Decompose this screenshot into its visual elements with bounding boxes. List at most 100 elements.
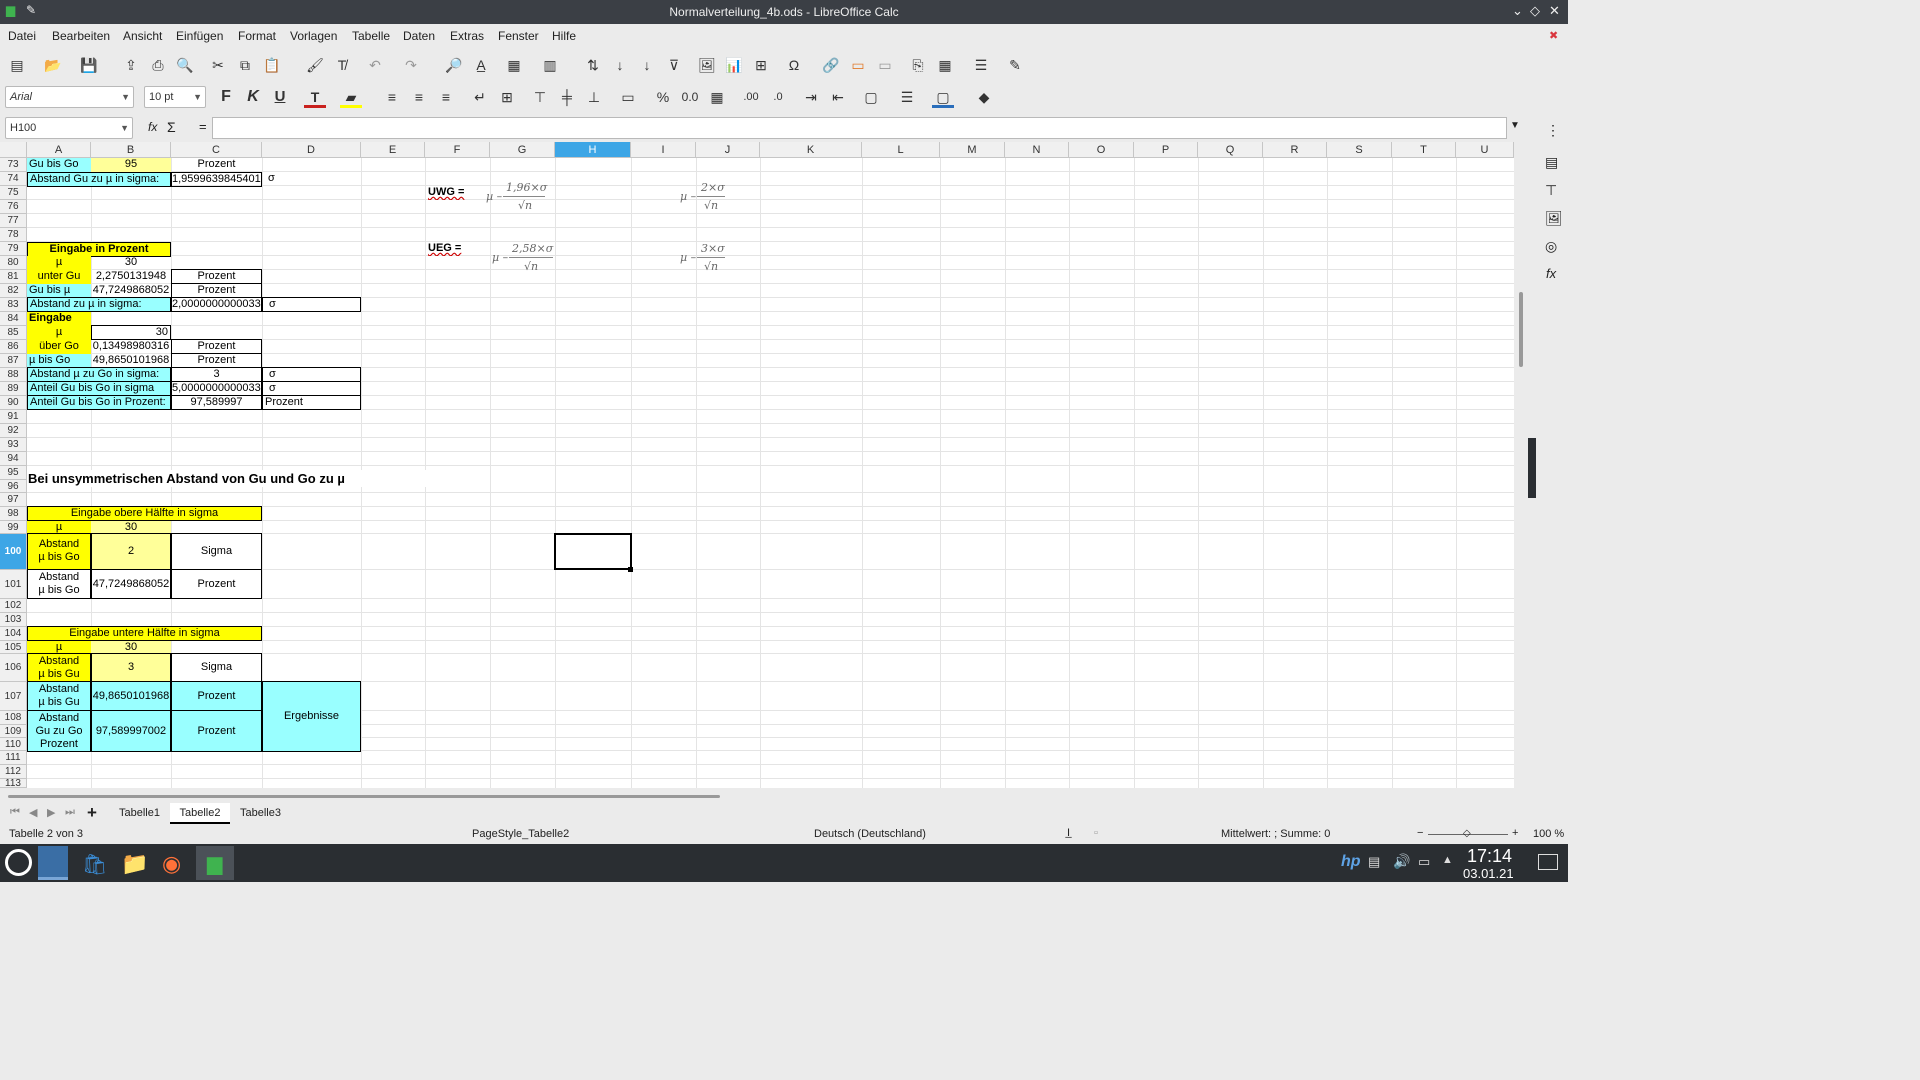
cell-b108[interactable]: 97,589997002 — [91, 710, 171, 752]
row-header[interactable]: 109 — [0, 725, 27, 738]
align-center-icon[interactable]: ≡ — [408, 86, 430, 108]
row-header[interactable]: 87 — [0, 354, 27, 368]
status-zoom[interactable]: 100 % — [1533, 828, 1564, 840]
freeze-icon[interactable]: ▦ — [934, 54, 956, 76]
volume-icon[interactable]: 🔊 — [1393, 853, 1410, 870]
row-header[interactable]: 98 — [0, 507, 27, 521]
row-header[interactable]: 108 — [0, 711, 27, 725]
cell-c73[interactable]: Prozent — [171, 158, 262, 172]
cell-b73[interactable]: 95 — [91, 158, 171, 172]
col-header-d[interactable]: D — [262, 142, 361, 158]
menu-tabelle[interactable]: Tabelle — [352, 29, 390, 43]
row-header[interactable]: 101 — [0, 570, 27, 599]
autofilter-icon[interactable]: ⊽ — [663, 54, 685, 76]
cell-b81[interactable]: 2,2750131948 — [91, 270, 171, 284]
col-header-o[interactable]: O — [1069, 142, 1134, 158]
col-header-e[interactable]: E — [361, 142, 425, 158]
cell-c107[interactable]: Prozent — [171, 681, 262, 711]
export-icon[interactable]: ⇪ — [120, 54, 142, 76]
col-header-a[interactable]: A — [27, 142, 91, 158]
menu-einfuegen[interactable]: Einfügen — [176, 29, 223, 43]
col-header-j[interactable]: J — [696, 142, 760, 158]
spelling-icon[interactable]: A̲ — [470, 54, 492, 76]
add-decimal-icon[interactable]: .00 — [740, 86, 762, 108]
row-header[interactable]: 99 — [0, 521, 27, 534]
app-store-icon[interactable]: 🛍 — [82, 852, 107, 877]
selection-mode-icon[interactable]: I̲ — [1067, 827, 1070, 839]
row-header[interactable]: 100 — [0, 534, 27, 570]
h-scrollbar-thumb[interactable] — [8, 795, 720, 798]
cell-b87[interactable]: 49,8650101968 — [91, 354, 171, 368]
col-header-g[interactable]: G — [490, 142, 555, 158]
row-header[interactable]: 111 — [0, 751, 27, 765]
col-header-t[interactable]: T — [1392, 142, 1456, 158]
draw-functions-icon[interactable]: ✎ — [1004, 54, 1026, 76]
cell-c74[interactable]: 1,9599639845401 — [171, 172, 262, 187]
align-top-icon[interactable]: ⊤ — [529, 86, 551, 108]
row-header[interactable]: 73 — [0, 158, 27, 172]
row-header[interactable]: 86 — [0, 340, 27, 354]
cell-b101[interactable]: 47,7249868052 — [91, 569, 171, 599]
vertical-scrollbar[interactable] — [1514, 142, 1528, 788]
sort-icon[interactable]: ⇅ — [582, 54, 604, 76]
sheet-tab-tabelle2[interactable]: Tabelle2 — [170, 803, 230, 824]
cell-c87[interactable]: Prozent — [171, 353, 262, 368]
styles-icon[interactable]: ⊤ — [1545, 182, 1557, 199]
font-size-box[interactable]: 10 pt ▼ — [144, 86, 206, 108]
italic-icon[interactable]: K — [242, 86, 264, 108]
file-manager-icon[interactable]: 📁 — [121, 851, 148, 877]
expand-formula-icon[interactable]: ▼ — [1510, 120, 1520, 131]
cell-f79[interactable]: UEG = — [428, 242, 488, 256]
cell-a73[interactable]: Gu bis Go — [27, 158, 91, 172]
undo-icon[interactable]: ↶ — [364, 54, 386, 76]
cell-d89[interactable]: σ — [262, 381, 361, 396]
chart-icon[interactable]: 📊 — [723, 54, 745, 76]
formula-object-uwg-1[interactable]: 1,96×σ µ – √n — [486, 180, 556, 216]
comment-icon[interactable]: ▭ — [847, 54, 869, 76]
cell-a74[interactable]: Abstand Gu zu µ in sigma: — [27, 172, 171, 187]
sum-icon[interactable]: Σ — [167, 119, 176, 135]
cell-a89[interactable]: Anteil Gu bis Go in sigma — [27, 381, 171, 396]
col-header-r[interactable]: R — [1263, 142, 1327, 158]
cell-a85[interactable]: µ — [27, 326, 91, 340]
cell-a90[interactable]: Anteil Gu bis Go in Prozent: — [27, 395, 171, 410]
border-style-icon[interactable]: ☰ — [896, 86, 918, 108]
conditional-format-icon[interactable]: ◆ — [973, 86, 995, 108]
row-header[interactable]: 97 — [0, 493, 27, 507]
row-header[interactable]: 91 — [0, 410, 27, 424]
row-header[interactable]: 82 — [0, 284, 27, 298]
define-print-area-icon[interactable]: ⎘ — [907, 54, 929, 76]
border-color-icon[interactable]: ▢ — [932, 86, 954, 108]
row-header[interactable]: 113 — [0, 779, 27, 788]
col-header-n[interactable]: N — [1005, 142, 1069, 158]
split-window-icon[interactable]: ☰ — [970, 54, 992, 76]
menu-extras[interactable]: Extras — [450, 29, 484, 43]
next-sheet-icon[interactable]: ▶ — [47, 806, 55, 819]
row-header[interactable]: 95 — [0, 466, 27, 480]
col-header-b[interactable]: B — [91, 142, 171, 158]
properties-icon[interactable]: ▤ — [1545, 154, 1558, 171]
row-header[interactable]: 83 — [0, 298, 27, 312]
row-header[interactable]: 110 — [0, 738, 27, 751]
minimize-icon[interactable]: ⌄ — [1512, 3, 1523, 19]
increase-indent-icon[interactable]: ⇥ — [800, 86, 822, 108]
cell-c100[interactable]: Sigma — [171, 533, 262, 570]
cell-a84[interactable]: Eingabe — [27, 312, 91, 326]
clock-date[interactable]: 03.01.21 — [1463, 866, 1514, 881]
sort-desc-icon[interactable]: ↓ — [636, 54, 658, 76]
clone-format-icon[interactable]: 🖌 — [304, 54, 326, 76]
cell-d88[interactable]: σ — [262, 367, 361, 382]
cell-a83[interactable]: Abstand zu µ in sigma: — [27, 297, 171, 312]
row-header[interactable]: 85 — [0, 326, 27, 340]
cell-a86[interactable]: über Go — [27, 340, 91, 354]
special-char-icon[interactable]: Ω — [783, 54, 805, 76]
decrease-indent-icon[interactable]: ⇤ — [827, 86, 849, 108]
col-header-m[interactable]: M — [940, 142, 1005, 158]
cell-a80[interactable]: µ — [27, 256, 91, 270]
cell-c101[interactable]: Prozent — [171, 569, 262, 599]
row-header[interactable]: 78 — [0, 228, 27, 242]
cell-a79[interactable]: Eingabe in Prozent — [27, 242, 171, 257]
clear-format-icon[interactable]: T̸ — [331, 54, 353, 76]
col-header-f[interactable]: F — [425, 142, 490, 158]
row-header[interactable]: 105 — [0, 641, 27, 654]
